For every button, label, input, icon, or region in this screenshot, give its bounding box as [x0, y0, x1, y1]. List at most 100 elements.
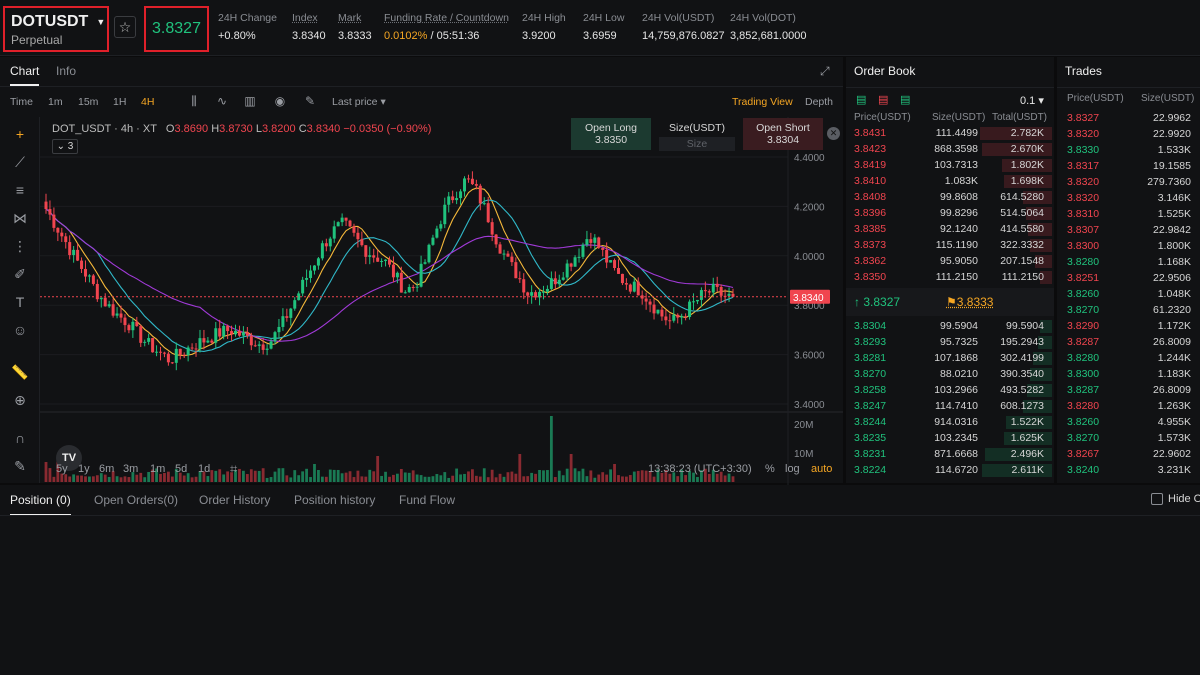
- total: 493.5282: [1000, 384, 1044, 396]
- candle-body: [253, 345, 257, 347]
- percent-scale-toggle[interactable]: %: [765, 463, 775, 475]
- emoji-icon[interactable]: ☺: [11, 321, 29, 339]
- bid-row[interactable]: 3.8224 114.6720 2.611K: [846, 463, 1054, 478]
- precision-select[interactable]: 0.1 ▾: [1020, 94, 1044, 107]
- tab-open-orders[interactable]: Open Orders(0): [94, 493, 178, 507]
- indicators-icon[interactable]: ∿: [214, 93, 230, 109]
- size-input[interactable]: Size(USDT) Size: [657, 118, 737, 151]
- trade-row: 3.8280 1.263K: [1057, 399, 1200, 414]
- ask-row[interactable]: 3.8419 103.7313 1.802K: [846, 158, 1054, 173]
- bid-row[interactable]: 3.8258 103.2966 493.5282: [846, 383, 1054, 398]
- bid-row[interactable]: 3.8235 103.2345 1.625K: [846, 431, 1054, 446]
- price-chart[interactable]: 4.4000 4.2000 4.0000 3.8000 3.6000 3.4000 20M 1…: [40, 117, 843, 503]
- trade-row: 3.8330 1.533K: [1057, 143, 1200, 158]
- bid-row[interactable]: 3.8293 95.7325 195.2943: [846, 335, 1054, 350]
- date-range-icon[interactable]: ⌗: [230, 461, 237, 477]
- stat-funding-rate[interactable]: Funding Rate / Countdown 0.0102% / 05:51…: [384, 12, 509, 42]
- range-5y[interactable]: 5y: [56, 463, 68, 475]
- candlestick-chart[interactable]: 4.40004.20004.00003.80003.60003.400020M1…: [40, 117, 843, 507]
- fullscreen-icon[interactable]: ⤢: [820, 64, 830, 79]
- ask-row[interactable]: 3.8362 95.9050 207.1548: [846, 254, 1054, 269]
- ask-row[interactable]: 3.8408 99.8608 614.5280: [846, 190, 1054, 205]
- ask-row[interactable]: 3.8396 99.8296 514.5064: [846, 206, 1054, 221]
- candle-body: [111, 304, 115, 316]
- interval-4h[interactable]: 4H: [141, 96, 154, 108]
- candle-body: [636, 281, 640, 296]
- open-long-button[interactable]: Open Long 3.8350: [571, 118, 651, 150]
- hide-others-checkbox[interactable]: [1151, 493, 1163, 505]
- ask-row[interactable]: 3.8385 92.1240 414.5580: [846, 222, 1054, 237]
- bid-row[interactable]: 3.8244 914.0316 1.522K: [846, 415, 1054, 430]
- range-3m[interactable]: 3m: [123, 463, 138, 475]
- ask-row[interactable]: 3.8423 868.3598 2.670K: [846, 142, 1054, 157]
- trade-size: 1.263K: [1157, 400, 1191, 412]
- ask-row[interactable]: 3.8431 111.4499 2.782K: [846, 126, 1054, 141]
- interval-time[interactable]: Time: [10, 96, 33, 108]
- range-1m[interactable]: 1m: [150, 463, 165, 475]
- range-6m[interactable]: 6m: [99, 463, 114, 475]
- candle-body: [356, 232, 360, 240]
- interval-15m[interactable]: 15m: [78, 96, 98, 108]
- candle-body: [707, 291, 711, 293]
- bid-row[interactable]: 3.8270 88.0210 390.3540: [846, 367, 1054, 382]
- bid-row[interactable]: 3.8304 99.5904 99.5904: [846, 319, 1054, 334]
- fib-icon[interactable]: ⋮: [11, 237, 29, 255]
- candle-body: [526, 292, 530, 296]
- camera-icon[interactable]: ◉: [272, 93, 288, 109]
- lock-draw-icon[interactable]: ✎: [11, 457, 29, 475]
- tab-position-history[interactable]: Position history: [294, 493, 375, 507]
- close-widget-icon[interactable]: ✕: [827, 127, 840, 140]
- zoom-icon[interactable]: ⊕: [11, 391, 29, 409]
- ask-row[interactable]: 3.8350 111.2150 111.2150: [846, 270, 1054, 285]
- tab-fund-flow[interactable]: Fund Flow: [399, 493, 455, 507]
- symbol-selector[interactable]: DOTUSDT ▼ Perpetual: [3, 6, 109, 52]
- indicators-toggle[interactable]: ⌄ 3: [52, 139, 78, 154]
- mid-price-row: ↑ 3.8327 ⚑3.8333: [846, 288, 1054, 316]
- favorite-star-icon[interactable]: ☆: [114, 16, 136, 38]
- candle-body: [281, 316, 285, 327]
- range-1d[interactable]: 1d: [198, 463, 210, 475]
- interval-1h[interactable]: 1H: [113, 96, 126, 108]
- bid-row[interactable]: 3.8231 871.6668 2.496K: [846, 447, 1054, 462]
- horizontal-lines-icon[interactable]: ≡: [11, 181, 29, 199]
- interval-1m[interactable]: 1m: [48, 96, 63, 108]
- auto-scale-toggle[interactable]: auto: [811, 463, 832, 475]
- text-tool-icon[interactable]: T: [11, 293, 29, 311]
- total: 1.802K: [1010, 159, 1044, 171]
- stat-24h-vol-dot: 24H Vol(DOT) 3,852,681.0000: [730, 12, 807, 42]
- book-view-bids-icon[interactable]: ▤: [900, 93, 910, 106]
- ask-row[interactable]: 3.8373 115.1190 322.3332: [846, 238, 1054, 253]
- ask-row[interactable]: 3.8410 1.083K 1.698K: [846, 174, 1054, 189]
- last-price-select[interactable]: Last price ▾: [332, 96, 386, 108]
- tab-order-history[interactable]: Order History: [199, 493, 270, 507]
- candle-body: [439, 224, 443, 229]
- tab-chart[interactable]: Chart: [10, 64, 40, 86]
- tab-position[interactable]: Position (0): [10, 493, 71, 516]
- brush-icon[interactable]: ✐: [11, 265, 29, 283]
- pattern-icon[interactable]: ⋈: [11, 209, 29, 227]
- candle-body: [44, 201, 48, 210]
- bid-row[interactable]: 3.8247 114.7410 608.1273: [846, 399, 1054, 414]
- tab-info[interactable]: Info: [56, 64, 76, 78]
- range-1y[interactable]: 1y: [78, 463, 90, 475]
- log-scale-toggle[interactable]: log: [785, 463, 800, 475]
- ruler-icon[interactable]: 📏: [11, 363, 29, 381]
- range-5d[interactable]: 5d: [175, 463, 187, 475]
- bar-chart-icon[interactable]: ▥: [242, 93, 258, 109]
- magnet-icon[interactable]: ∩: [11, 429, 29, 447]
- book-view-both-icon[interactable]: ▤: [856, 93, 866, 106]
- trend-line-icon[interactable]: ⟋: [11, 153, 29, 171]
- book-view-asks-icon[interactable]: ▤: [878, 93, 888, 106]
- candle-body: [166, 353, 170, 363]
- open-short-button[interactable]: Open Short 3.8304: [743, 118, 823, 150]
- bid-row[interactable]: 3.8281 107.1868 302.4199: [846, 351, 1054, 366]
- candle-body: [470, 178, 474, 185]
- candle-style-icon[interactable]: ⫼: [186, 93, 202, 109]
- size: 103.2966: [934, 384, 978, 396]
- crosshair-icon[interactable]: +: [11, 125, 29, 143]
- depth-toggle[interactable]: Depth: [805, 96, 833, 108]
- trading-view-toggle[interactable]: Trading View: [732, 96, 793, 108]
- candle-body: [672, 314, 676, 321]
- edit-icon[interactable]: ✎: [302, 93, 318, 109]
- size: 107.1868: [934, 352, 978, 364]
